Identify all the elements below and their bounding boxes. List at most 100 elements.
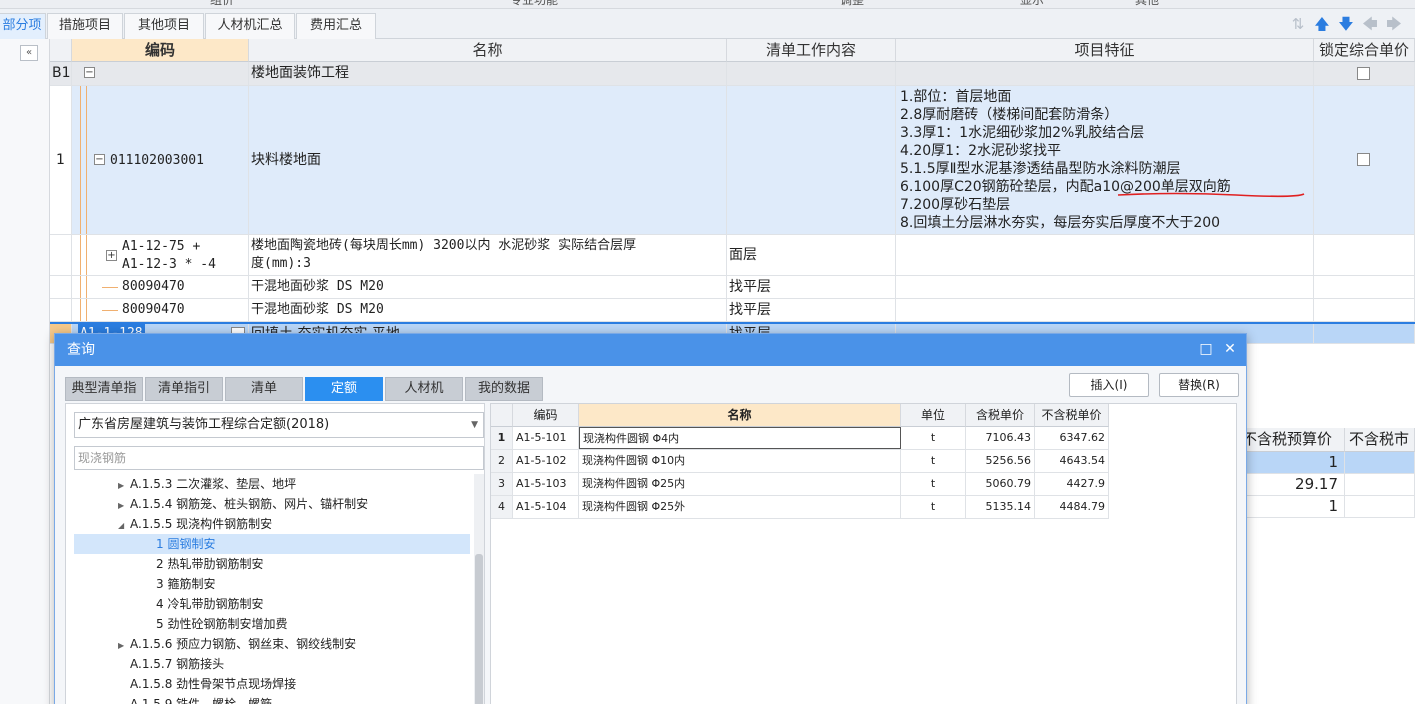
feature-cell[interactable] xyxy=(896,299,1314,321)
table-row[interactable]: 1 A1-5-101 现浇构件圆钢 Φ4内 t 7106.43 6347.62 xyxy=(491,427,1109,450)
tree-item[interactable]: 4 冷轧带肋钢筋制安 xyxy=(74,594,470,614)
work-cell[interactable] xyxy=(727,62,896,85)
tab-my-data[interactable]: 我的数据 xyxy=(465,377,543,401)
caret-right-icon[interactable]: ▶ xyxy=(118,496,130,516)
notax-price-cell[interactable]: 4427.9 xyxy=(1035,473,1109,495)
name-cell[interactable]: 楼地面装饰工程 xyxy=(249,62,727,85)
unit-cell[interactable]: t xyxy=(901,450,966,472)
tab-cost-summary[interactable]: 费用汇总 xyxy=(296,13,376,39)
expand-node-icon[interactable]: + xyxy=(106,250,117,261)
name-cell[interactable]: 干混地面砂浆 DS M20 xyxy=(249,276,727,298)
col-header-code[interactable]: 编码 xyxy=(513,404,579,427)
tree-item[interactable]: ▶ A.1.5.6 预应力钢筋、钢丝束、钢绞线制安 xyxy=(74,634,470,654)
table-row[interactable]: 80090470 干混地面砂浆 DS M20 找平层 xyxy=(50,276,1415,299)
code-cell[interactable]: + A1-12-75 + A1-12-3 * -4 xyxy=(72,235,249,275)
tree-item-selected[interactable]: 1 圆钢制安 xyxy=(74,534,470,554)
table-row[interactable]: 4 A1-5-104 现浇构件圆钢 Φ25外 t 5135.14 4484.79 xyxy=(491,496,1109,519)
unit-cell[interactable]: t xyxy=(901,427,966,449)
quota-code-cell[interactable]: A1-5-104 xyxy=(513,496,579,518)
work-cell[interactable]: 找平层 xyxy=(727,299,896,321)
sort-icon[interactable]: ⇅ xyxy=(1289,15,1307,33)
tree-item[interactable]: 3 箍筋制安 xyxy=(74,574,470,594)
tab-labor-material[interactable]: 人材机 xyxy=(385,377,463,401)
code-cell[interactable]: 80090470 xyxy=(72,299,249,321)
scrollbar-thumb[interactable] xyxy=(475,554,483,704)
name-cell[interactable]: 块料楼地面 xyxy=(249,86,727,234)
name-cell[interactable]: 干混地面砂浆 DS M20 xyxy=(249,299,727,321)
budget-price-cell[interactable]: 1 xyxy=(1238,452,1345,474)
col-header-feature[interactable]: 项目特征 xyxy=(896,39,1314,62)
move-right-icon[interactable]: 🡆 xyxy=(1385,15,1403,33)
code-cell[interactable]: 80090470 xyxy=(72,276,249,298)
notax-price-cell[interactable]: 6347.62 xyxy=(1035,427,1109,449)
quota-name-cell[interactable]: 现浇构件圆钢 Φ25内 xyxy=(579,473,901,495)
market-price-cell[interactable] xyxy=(1345,496,1415,518)
caret-right-icon[interactable]: ▶ xyxy=(118,476,130,496)
unit-cell[interactable]: t xyxy=(901,473,966,495)
tab-bill-guide[interactable]: 清单指引 xyxy=(145,377,223,401)
quota-code-cell[interactable]: A1-5-102 xyxy=(513,450,579,472)
table-row[interactable]: 2 A1-5-102 现浇构件圆钢 Φ10内 t 5256.56 4643.54 xyxy=(491,450,1109,473)
tab-typical-guide[interactable]: 典型清单指引 xyxy=(65,377,143,418)
tax-price-cell[interactable]: 5256.56 xyxy=(966,450,1035,472)
col-header-name[interactable]: 名称 xyxy=(249,39,727,62)
tab-bill[interactable]: 清单 xyxy=(225,377,303,401)
market-price-cell[interactable] xyxy=(1345,474,1415,496)
move-left-icon[interactable]: 🡄 xyxy=(1361,15,1379,33)
feature-cell[interactable] xyxy=(896,62,1314,85)
market-price-cell[interactable] xyxy=(1345,452,1415,474)
tab-measures[interactable]: 措施项目 xyxy=(47,13,123,39)
feature-cell[interactable]: 1.部位：首层地面 2.8厚耐磨砖（楼梯间配套防滑条） 3.3厚1：1水泥细砂浆… xyxy=(896,86,1314,234)
tax-price-cell[interactable]: 5135.14 xyxy=(966,496,1035,518)
maximize-icon[interactable]: □ xyxy=(1198,341,1214,357)
work-cell[interactable]: 面层 xyxy=(727,235,896,275)
work-cell[interactable]: 找平层 xyxy=(727,276,896,298)
tree-item[interactable]: A.1.5.9 铁件、螺栓、螺筋 xyxy=(74,694,470,704)
col-header-name[interactable]: 名称 xyxy=(579,404,901,427)
collapse-node-icon[interactable]: − xyxy=(84,67,95,78)
quota-code-cell[interactable]: A1-5-101 xyxy=(513,427,579,449)
caret-right-icon[interactable]: ▶ xyxy=(118,636,130,656)
collapse-panel-icon[interactable]: « xyxy=(20,45,38,61)
tree-item[interactable]: ▶ A.1.5.4 钢筋笼、桩头钢筋、网片、锚杆制安 xyxy=(74,494,470,514)
tab-labor-material[interactable]: 人材机汇总 xyxy=(205,13,295,39)
budget-price-cell[interactable]: 1 xyxy=(1238,496,1345,518)
tree-item[interactable]: A.1.5.8 劲性骨架节点现场焊接 xyxy=(74,674,470,694)
tree-item[interactable]: A.1.5.7 钢筋接头 xyxy=(74,654,470,674)
move-down-icon[interactable]: 🡇 xyxy=(1337,15,1355,33)
table-row[interactable]: 80090470 干混地面砂浆 DS M20 找平层 xyxy=(50,299,1415,322)
tree-item[interactable]: 2 热轧带肋钢筋制安 xyxy=(74,554,470,574)
notax-price-cell[interactable]: 4484.79 xyxy=(1035,496,1109,518)
quota-library-select[interactable]: 广东省房屋建筑与装饰工程综合定额(2018) ▼ xyxy=(74,412,484,438)
replace-button[interactable]: 替换(R) xyxy=(1159,373,1239,397)
collapse-node-icon[interactable]: − xyxy=(94,154,105,165)
col-header-notax-price[interactable]: 不含税单价 xyxy=(1035,404,1109,427)
col-header-notax-budget[interactable]: 不含税预算价 xyxy=(1238,428,1345,452)
col-header-lock[interactable]: 锁定综合单价 xyxy=(1314,39,1415,62)
lock-price-checkbox[interactable] xyxy=(1357,67,1370,80)
search-input[interactable]: 现浇钢筋 xyxy=(74,446,484,470)
quota-name-cell[interactable]: 现浇构件圆钢 Φ10内 xyxy=(579,450,901,472)
quota-name-cell[interactable]: 现浇构件圆钢 Φ25外 xyxy=(579,496,901,518)
quota-code-cell[interactable]: A1-5-103 xyxy=(513,473,579,495)
tree-item[interactable]: ▶ A.1.5.3 二次灌浆、垫层、地坪 xyxy=(74,474,470,494)
tree-item[interactable]: ◢ A.1.5.5 现浇构件钢筋制安 xyxy=(74,514,470,534)
lock-price-checkbox[interactable] xyxy=(1357,153,1370,166)
work-cell[interactable] xyxy=(727,86,896,234)
col-header-tax-price[interactable]: 含税单价 xyxy=(966,404,1035,427)
tab-fenbu[interactable]: 部分项 xyxy=(0,13,46,39)
table-row[interactable]: B1 − 楼地面装饰工程 xyxy=(50,62,1415,86)
feature-cell[interactable] xyxy=(896,235,1314,275)
insert-button[interactable]: 插入(I) xyxy=(1069,373,1149,397)
table-row[interactable]: 1 − 011102003001 块料楼地面 1.部位：首层地面 2.8厚耐磨砖… xyxy=(50,86,1415,235)
tab-other-items[interactable]: 其他项目 xyxy=(124,13,204,39)
name-cell[interactable]: 楼地面陶瓷地砖(每块周长mm) 3200以内 水泥砂浆 实际结合层厚 度(mm)… xyxy=(249,235,727,275)
col-header-work[interactable]: 清单工作内容 xyxy=(727,39,896,62)
col-header-notax-market[interactable]: 不含税市 xyxy=(1345,428,1415,452)
tax-price-cell[interactable]: 7106.43 xyxy=(966,427,1035,449)
code-cell[interactable]: − xyxy=(72,62,249,85)
notax-price-cell[interactable]: 4643.54 xyxy=(1035,450,1109,472)
dialog-title[interactable]: 查询 xyxy=(55,334,1246,366)
caret-down-icon[interactable]: ◢ xyxy=(118,516,130,536)
tree-item[interactable]: 5 劲性砼钢筋制安增加费 xyxy=(74,614,470,634)
